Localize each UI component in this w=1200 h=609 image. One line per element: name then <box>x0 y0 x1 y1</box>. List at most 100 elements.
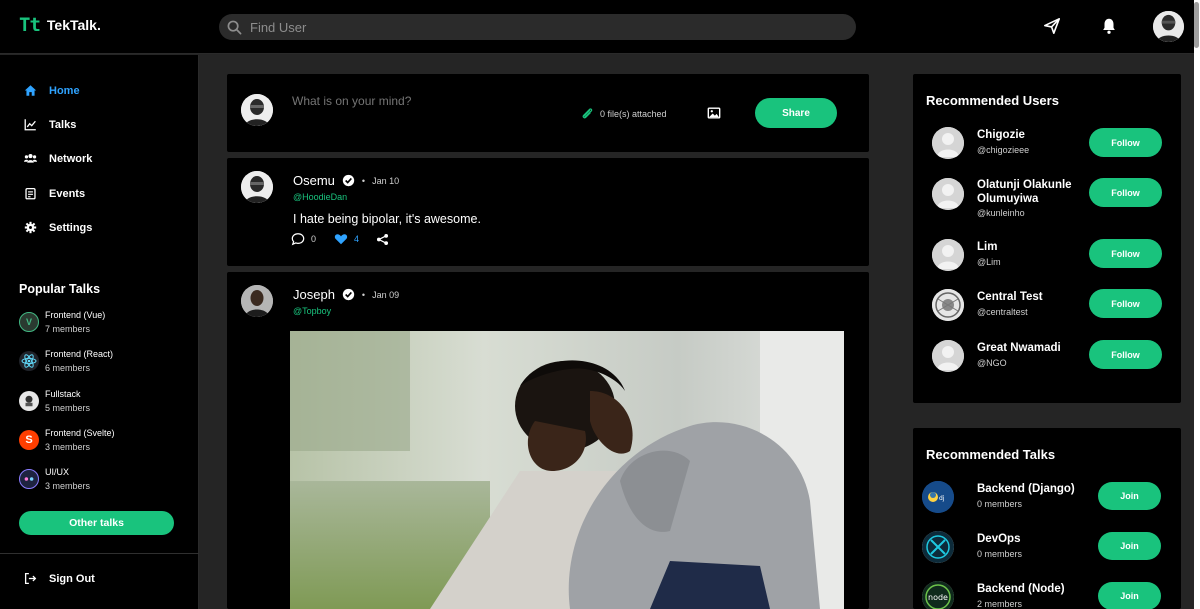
follow-button[interactable]: Follow <box>1089 239 1162 268</box>
recommended-talks-title: Recommended Talks <box>926 447 1056 462</box>
talk-name: Frontend (Vue) <box>45 310 106 320</box>
paperclip-icon <box>582 108 593 119</box>
recommended-users-panel: Recommended Users Chigozie @chigozieee F… <box>913 74 1181 403</box>
talk-members: 3 members <box>45 481 91 491</box>
popular-talk-item[interactable]: Frontend (React) 6 members <box>19 349 113 373</box>
post-card: Joseph • Jan 09 @Topboy <box>227 272 869 609</box>
recommended-users-title: Recommended Users <box>926 93 1059 108</box>
post-handle[interactable]: @HoodieDan <box>293 192 347 202</box>
gear-icon <box>24 221 37 234</box>
user-name[interactable]: Great Nwamadi <box>977 341 1097 355</box>
follow-button[interactable]: Follow <box>1089 178 1162 207</box>
avatar[interactable] <box>932 239 964 271</box>
sidebar: Home Talks Network Events Settings Popul… <box>0 55 199 609</box>
post-avatar[interactable] <box>241 285 273 317</box>
fullstack-icon <box>19 391 39 411</box>
users-icon <box>24 154 37 163</box>
popular-talk-item[interactable]: V Frontend (Vue) 7 members <box>19 310 105 334</box>
popular-talks-title: Popular Talks <box>19 282 101 296</box>
send-icon[interactable] <box>1043 17 1061 35</box>
sidebar-item-label: Talks <box>49 118 77 131</box>
post-author[interactable]: Joseph <box>293 287 335 302</box>
share-button[interactable]: Share <box>755 98 837 128</box>
react-icon <box>19 351 39 371</box>
talk-name[interactable]: Backend (Node) <box>977 582 1097 596</box>
user-handle: @chigozieee <box>977 145 1030 155</box>
share-icon[interactable] <box>376 233 389 246</box>
post-date: Jan 10 <box>372 175 400 186</box>
talk-name[interactable]: Backend (Django) <box>977 482 1097 496</box>
talk-name[interactable]: DevOps <box>977 532 1097 546</box>
sidebar-item-label: Settings <box>49 221 93 234</box>
talk-members: 2 members <box>977 599 1023 609</box>
bell-icon[interactable] <box>1100 17 1118 35</box>
sidebar-item-label: Events <box>49 187 86 200</box>
user-handle: @centraltest <box>977 307 1028 317</box>
follow-button[interactable]: Follow <box>1089 340 1162 369</box>
svelte-icon: S <box>19 430 39 450</box>
scrollbar[interactable] <box>1194 0 1200 609</box>
avatar[interactable] <box>932 127 964 159</box>
user-handle: @Lim <box>977 257 1001 267</box>
join-button[interactable]: Join <box>1098 482 1161 510</box>
like-count: 4 <box>354 234 360 244</box>
verified-badge-icon <box>342 288 355 301</box>
sidebar-item-label: Network <box>49 152 93 165</box>
user-name[interactable]: Central Test <box>977 290 1097 304</box>
follow-button[interactable]: Follow <box>1089 128 1162 157</box>
post-composer: 0 file(s) attached Share <box>227 74 869 152</box>
user-name[interactable]: Chigozie <box>977 128 1097 142</box>
avatar[interactable] <box>932 178 964 210</box>
post-input[interactable] <box>292 94 572 108</box>
composer-avatar <box>241 94 273 126</box>
uiux-icon <box>19 469 39 489</box>
post-author[interactable]: Osemu <box>293 173 335 188</box>
app-name: TekTalk. <box>46 17 101 33</box>
post-image[interactable] <box>290 331 844 609</box>
popular-talk-item[interactable]: UI/UX 3 members <box>19 467 90 491</box>
devops-icon[interactable] <box>922 531 954 563</box>
svg-text:node: node <box>928 593 948 602</box>
app-logo[interactable]: Tt TekTalk. <box>19 14 101 36</box>
sidebar-item-talks[interactable]: Talks <box>24 118 76 131</box>
talk-members: 6 members <box>45 363 91 373</box>
sign-out-icon <box>24 572 37 585</box>
other-talks-button[interactable]: Other talks <box>19 511 174 535</box>
sign-out-button[interactable]: Sign Out <box>24 572 95 585</box>
join-button[interactable]: Join <box>1098 532 1161 560</box>
django-icon[interactable]: dj <box>922 481 954 513</box>
post-handle[interactable]: @Topboy <box>293 306 331 316</box>
home-icon <box>24 85 37 96</box>
scrollbar-thumb[interactable] <box>1194 2 1199 48</box>
talk-name: UI/UX <box>45 467 70 477</box>
sidebar-item-network[interactable]: Network <box>24 152 92 165</box>
avatar[interactable] <box>932 289 964 321</box>
avatar[interactable] <box>932 340 964 372</box>
user-name[interactable]: Olatunji Olakunle Olumuyiwa <box>977 178 1097 206</box>
popular-talk-item[interactable]: S Frontend (Svelte) 3 members <box>19 428 115 452</box>
join-button[interactable]: Join <box>1098 582 1161 609</box>
image-icon[interactable] <box>707 106 721 120</box>
search-input[interactable] <box>250 19 810 35</box>
sidebar-item-label: Home <box>49 84 80 97</box>
post-avatar[interactable] <box>241 171 273 203</box>
sidebar-item-settings[interactable]: Settings <box>24 221 92 234</box>
user-name[interactable]: Lim <box>977 240 1097 254</box>
recommended-talks-panel: Recommended Talks dj Backend (Django) 0 … <box>913 428 1181 609</box>
talk-members: 3 members <box>45 442 91 452</box>
talk-members: 7 members <box>45 324 91 334</box>
node-icon[interactable]: node <box>922 581 954 609</box>
logo-mark: Tt <box>19 14 41 36</box>
profile-avatar[interactable] <box>1153 11 1184 42</box>
sidebar-item-events[interactable]: Events <box>24 187 85 200</box>
user-handle: @NGO <box>977 358 1007 368</box>
vue-icon: V <box>19 312 39 332</box>
follow-button[interactable]: Follow <box>1089 289 1162 318</box>
heart-icon[interactable] <box>334 232 348 246</box>
attachment-status[interactable]: 0 file(s) attached <box>581 107 667 120</box>
comment-icon[interactable] <box>291 232 305 246</box>
search-bar <box>219 14 856 40</box>
popular-talk-item[interactable]: Fullstack 5 members <box>19 389 90 413</box>
sidebar-item-home[interactable]: Home <box>24 84 80 97</box>
separator-dot: • <box>361 289 366 300</box>
